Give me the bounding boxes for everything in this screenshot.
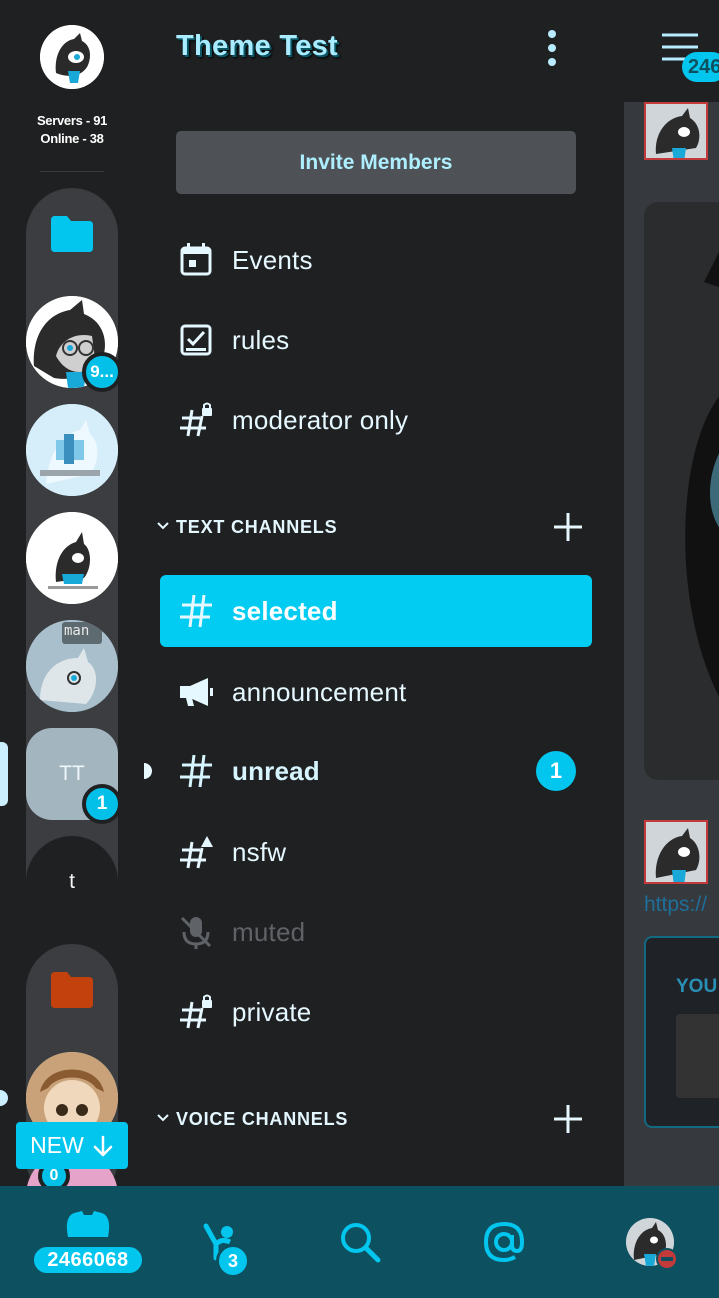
guild-title[interactable]: Theme Test [176,30,338,63]
channel-unread[interactable]: unread 1 [160,735,592,807]
channel-panel: Theme Test Invite Members Events rules m… [144,0,624,1186]
channel-events[interactable]: Events [160,224,592,296]
dnd-status-icon [656,1248,678,1270]
locked-hash-icon [180,402,212,437]
user-avatar[interactable] [40,25,104,89]
mic-off-icon [180,916,212,949]
channel-label: private [232,996,312,1027]
server-icon-t[interactable]: t [26,836,118,928]
channel-label: announcement [232,676,407,707]
channel-selected[interactable]: selected [160,575,592,647]
server-icon-man[interactable]: man [26,620,118,712]
server-icon-glitch[interactable] [26,404,118,496]
server-initials: TT [59,762,85,785]
chat-peek[interactable]: 246 https:// YOU [624,0,719,1186]
menu-badge: 246 [682,52,719,82]
unread-count-badge: 1 [536,751,576,791]
nav-search[interactable] [330,1186,390,1298]
new-label: NEW [30,1132,84,1158]
message-avatar [644,820,708,884]
megaphone-icon [180,678,213,706]
rail-divider [40,171,104,172]
server-icon-fish[interactable] [26,512,118,604]
profile-avatar [626,1218,678,1270]
channel-label: nsfw [232,836,287,867]
channel-label: moderator only [232,404,409,435]
nav-friends[interactable] [190,1186,250,1298]
channel-label: Events [232,244,313,275]
channel-moderator-only[interactable]: moderator only [160,384,592,456]
unread-server-indicator [0,1090,8,1106]
home-icon [66,1211,110,1237]
message-avatar [644,102,708,160]
nav-profile[interactable] [620,1186,680,1298]
nav-home[interactable] [30,1186,146,1298]
kebab-icon[interactable] [544,30,560,66]
server-badge: 1 [82,784,122,824]
new-unreads-button[interactable]: NEW [16,1122,128,1169]
hash-icon [180,594,212,628]
chevron-down-icon [157,522,169,530]
server-initials: t [69,870,75,893]
servers-count: Servers - 91 [36,113,108,128]
link-embed[interactable]: YOU [644,936,719,1128]
search-icon [341,1223,381,1263]
friends-request-count: 3 [216,1244,250,1278]
message-link[interactable]: https:// [644,893,707,917]
chevron-down-icon [157,1114,169,1122]
mentions-icon [483,1221,525,1263]
nsfw-hash-icon [180,836,213,869]
chat-header: 246 [624,0,719,102]
hash-icon [180,754,212,788]
arrow-down-icon [93,1135,113,1156]
channel-nsfw[interactable]: nsfw [160,816,592,888]
embed-title: YOU [676,976,718,997]
add-channel-icon[interactable] [548,1099,588,1139]
channel-muted[interactable]: muted [160,896,592,968]
selected-server-indicator [0,742,8,806]
server-icon-text: man [64,623,90,639]
server-rail: Servers - 91 Online - 38 9... man TT 1 t… [0,0,144,1186]
channel-private[interactable]: private [160,976,592,1048]
home-mentions-count: 2466068 [32,1245,144,1275]
unread-indicator [144,763,152,779]
category-label: VOICE CHANNELS [176,1108,349,1129]
nav-mentions[interactable] [474,1186,534,1298]
category-text-channels[interactable]: TEXT CHANNELS [152,507,592,547]
embed-thumbnail [676,1014,719,1098]
folder-icon[interactable] [26,188,118,280]
folder-icon[interactable] [26,944,118,1036]
bottom-nav [0,1186,719,1298]
add-channel-icon[interactable] [548,507,588,547]
channel-label: unread [232,755,320,786]
channel-label: rules [232,324,290,355]
invite-members-button[interactable]: Invite Members [176,131,576,194]
channel-label: muted [232,916,306,947]
channel-announcement[interactable]: announcement [160,656,592,728]
calendar-icon [180,243,212,276]
online-count: Online - 38 [40,131,104,146]
locked-hash-icon [180,994,212,1029]
rules-icon [180,324,212,356]
channel-label: selected [232,595,338,626]
category-voice-channels[interactable]: VOICE CHANNELS [152,1099,592,1139]
category-label: TEXT CHANNELS [176,516,338,537]
message-image[interactable] [644,202,719,780]
server-badge: 9... [82,352,122,392]
server-stats: Servers - 91 Online - 38 [0,112,144,148]
app-root: Servers - 91 Online - 38 9... man TT 1 t… [0,0,719,1298]
channel-rules[interactable]: rules [160,304,592,376]
